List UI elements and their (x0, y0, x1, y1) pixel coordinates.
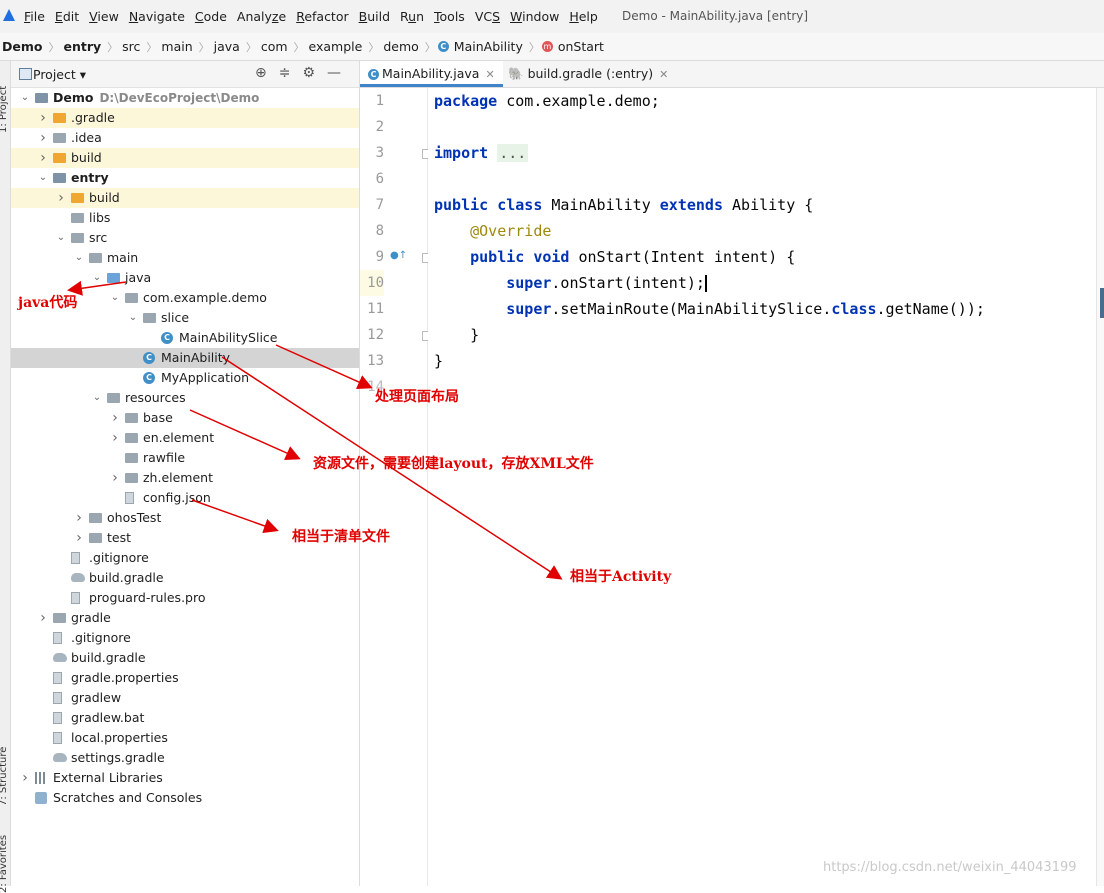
annotation-manifest: 相当于清单文件 (292, 529, 390, 545)
arrow-page-layout (275, 344, 373, 389)
arrow-manifest (191, 499, 279, 534)
annotation-java-code: java代码 (18, 295, 78, 311)
annotation-resources: 资源文件，需要创建layout，存放XML文件 (313, 456, 594, 472)
annotation-arrows (67, 280, 563, 580)
annotation-activity: 相当于Activity (570, 569, 672, 585)
arrow-java-code (67, 280, 127, 296)
arrow-resources (189, 409, 301, 460)
annotation-page-layout: 处理页面布局 (375, 389, 459, 405)
watermark: https://blog.csdn.net/weixin_44043199 (823, 860, 1077, 875)
